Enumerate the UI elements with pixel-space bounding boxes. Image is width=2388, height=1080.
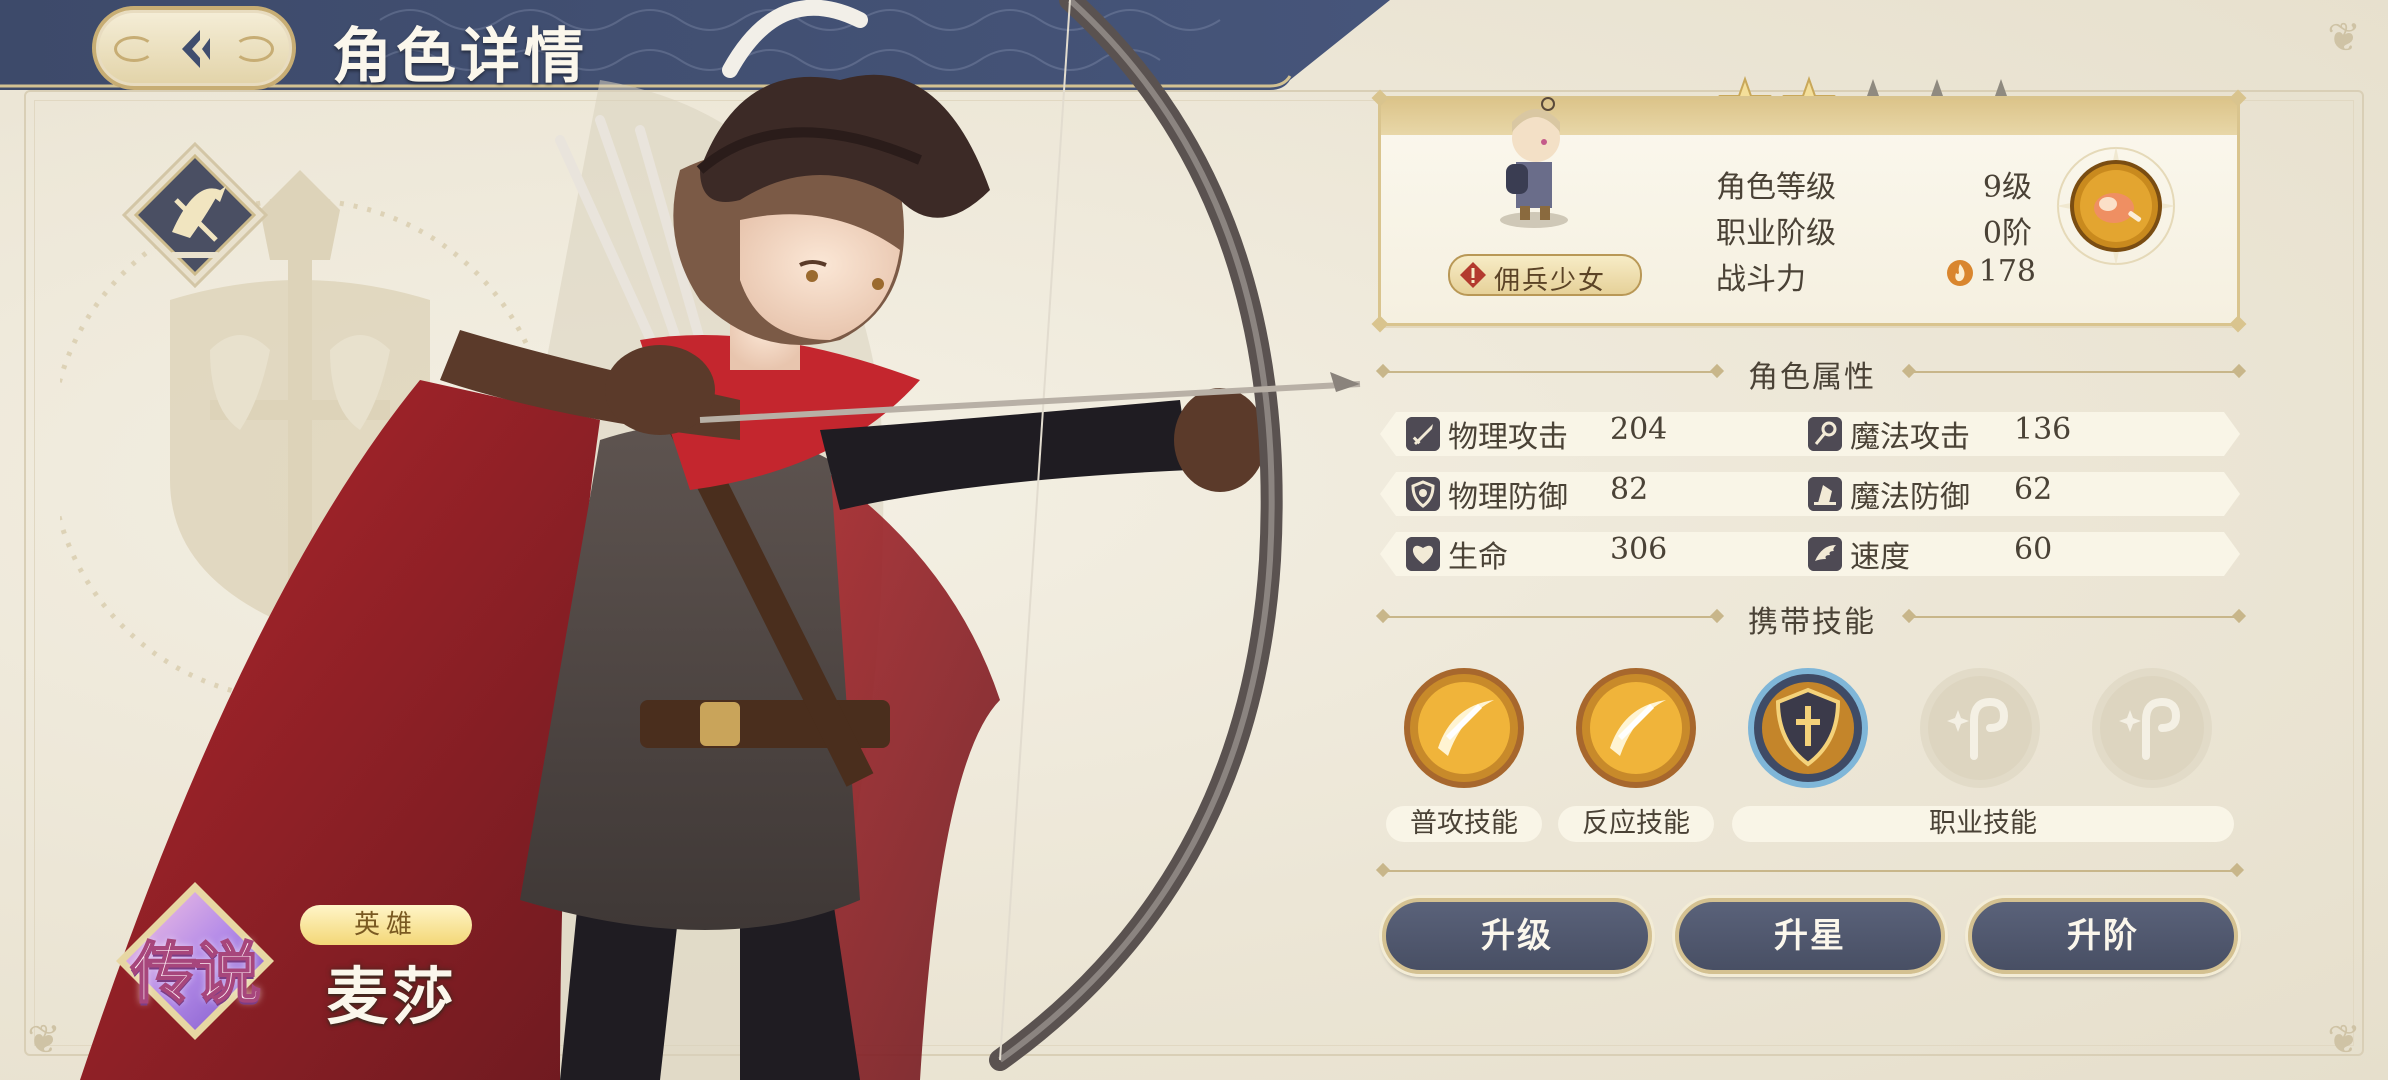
meat-item-icon[interactable] [2056, 146, 2176, 266]
normal-attack-skill-icon[interactable] [1402, 666, 1526, 790]
wing-icon [1808, 537, 1842, 571]
magic-defense-label: 魔法防御 [1850, 480, 1970, 515]
star-up-button[interactable]: 升星 [1675, 898, 1945, 974]
class-tag-button[interactable]: 佣兵少女 [1448, 254, 1642, 296]
rank-value: 0阶 [1982, 216, 2032, 251]
level-label: 角色等级 [1716, 170, 1836, 205]
physical-attack-label: 物理攻击 [1448, 420, 1568, 455]
power-value: 178 [1978, 254, 2036, 289]
heart-icon [1406, 537, 1440, 571]
locked-skill-slot-icon[interactable] [2090, 666, 2214, 790]
reaction-skill-label: 反应技能 [1558, 806, 1714, 842]
character-sprite [1500, 97, 1568, 228]
flame-icon [1947, 260, 1973, 286]
section-divider [1910, 616, 2240, 618]
section-divider [1910, 371, 2240, 373]
character-name: 麦莎 [326, 960, 459, 1033]
attributes-title: 角色属性 [1748, 360, 1876, 395]
upgrade-button[interactable]: 升级 [1382, 898, 1652, 974]
physical-attack-value: 204 [1610, 412, 1668, 447]
corner-ornament-icon: ❦ [2327, 1017, 2361, 1063]
shield-icon [1406, 477, 1440, 511]
locked-skill-slot-icon[interactable] [1918, 666, 2042, 790]
hp-label: 生命 [1448, 540, 1508, 575]
section-divider [1384, 371, 1714, 373]
magic-attack-label: 魔法攻击 [1850, 420, 1970, 455]
warning-diamond-icon [1460, 262, 1486, 288]
wand-icon [1808, 417, 1842, 451]
speed-value: 60 [2014, 532, 2053, 567]
rank-label: 职业阶级 [1716, 216, 1836, 251]
section-divider [1384, 616, 1714, 618]
hero-tier-tag: 英雄 [300, 905, 472, 945]
sword-icon [1406, 417, 1440, 451]
normal-attack-skill-label: 普攻技能 [1386, 806, 1542, 842]
physical-defense-value: 82 [1610, 472, 1649, 507]
magic-attack-value: 136 [2014, 412, 2072, 447]
rarity-label: 传说 [130, 934, 262, 1013]
magic-defense-value: 62 [2014, 472, 2053, 507]
reaction-skill-icon[interactable] [1574, 666, 1698, 790]
rank-up-button[interactable]: 升阶 [1968, 898, 2238, 974]
wizard-hat-icon [1808, 477, 1842, 511]
speed-label: 速度 [1850, 540, 1910, 575]
hp-value: 306 [1610, 532, 1668, 567]
corner-ornament-icon: ❦ [2327, 15, 2361, 61]
class-tag-label: 佣兵少女 [1494, 266, 1607, 296]
section-divider [1384, 870, 2238, 872]
level-value: 9级 [1982, 170, 2032, 205]
skills-title: 携带技能 [1748, 605, 1876, 640]
class-skill-label: 职业技能 [1732, 806, 2234, 842]
power-label: 战斗力 [1716, 262, 1806, 297]
class-skill-icon[interactable] [1746, 666, 1870, 790]
physical-defense-label: 物理防御 [1448, 480, 1568, 515]
